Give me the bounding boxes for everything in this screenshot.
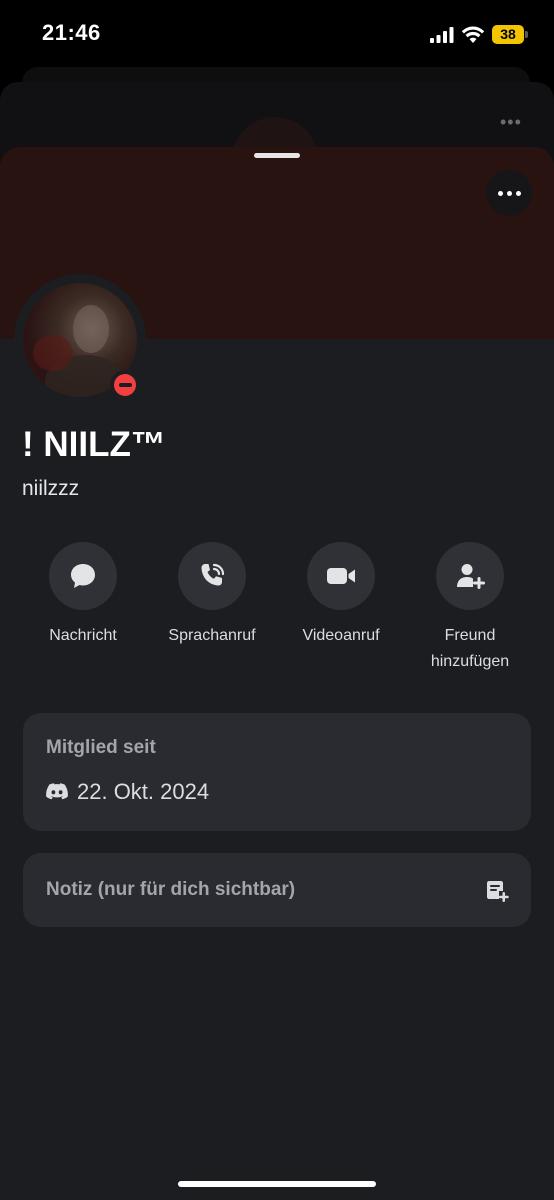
avatar-container[interactable] — [14, 274, 146, 406]
battery-tip — [525, 31, 528, 38]
member-since-card: Mitglied seit 22. Okt. 2024 — [23, 713, 531, 831]
username: niilzzz — [22, 477, 80, 500]
message-label: Nachricht — [49, 627, 117, 644]
sheet-grabber[interactable] — [254, 153, 300, 158]
wifi-icon — [461, 26, 485, 43]
display-name: ! NIILZ™ — [22, 425, 166, 464]
do-not-disturb-icon — [114, 374, 136, 396]
member-since-date: 22. Okt. 2024 — [77, 779, 210, 804]
background-more-icon: ••• — [500, 112, 522, 132]
add-friend-button[interactable] — [436, 542, 504, 610]
voice-call-action[interactable]: Sprachanruf — [152, 542, 272, 649]
voice-call-button[interactable] — [178, 542, 246, 610]
message-icon — [71, 564, 95, 588]
video-call-label: Videoanruf — [302, 627, 380, 644]
more-dot-icon — [497, 190, 503, 196]
status-bar: 21:46 38 — [0, 0, 554, 70]
more-options-button[interactable] — [486, 170, 532, 216]
battery-indicator: 38 — [492, 25, 524, 44]
voice-call-label: Sprachanruf — [168, 627, 256, 644]
add-friend-label: Freund hinzufügen — [430, 627, 510, 670]
status-indicator — [110, 370, 140, 400]
message-action[interactable]: Nachricht — [23, 542, 143, 649]
cellular-signal-icon — [430, 27, 454, 43]
profile-sheet: ! NIILZ™ niilzzz Nachricht Sprachanruf V… — [0, 147, 554, 1200]
member-since-title: Mitglied seit — [46, 737, 156, 758]
more-dot-icon — [515, 190, 521, 196]
note-field[interactable]: Notiz (nur für dich sichtbar) — [23, 853, 531, 927]
video-call-button[interactable] — [307, 542, 375, 610]
add-note-icon[interactable] — [485, 879, 509, 903]
home-indicator[interactable] — [178, 1181, 376, 1187]
add-friend-action[interactable]: Freund hinzufügen — [410, 542, 530, 675]
status-time: 21:46 — [42, 20, 101, 45]
phone-icon — [201, 563, 225, 586]
add-friend-icon — [457, 564, 485, 589]
more-dot-icon — [506, 190, 512, 196]
video-icon — [327, 568, 355, 584]
video-call-action[interactable]: Videoanruf — [281, 542, 401, 649]
note-placeholder: Notiz (nur für dich sichtbar) — [46, 879, 296, 900]
message-button[interactable] — [49, 542, 117, 610]
discord-logo-icon — [46, 783, 68, 800]
